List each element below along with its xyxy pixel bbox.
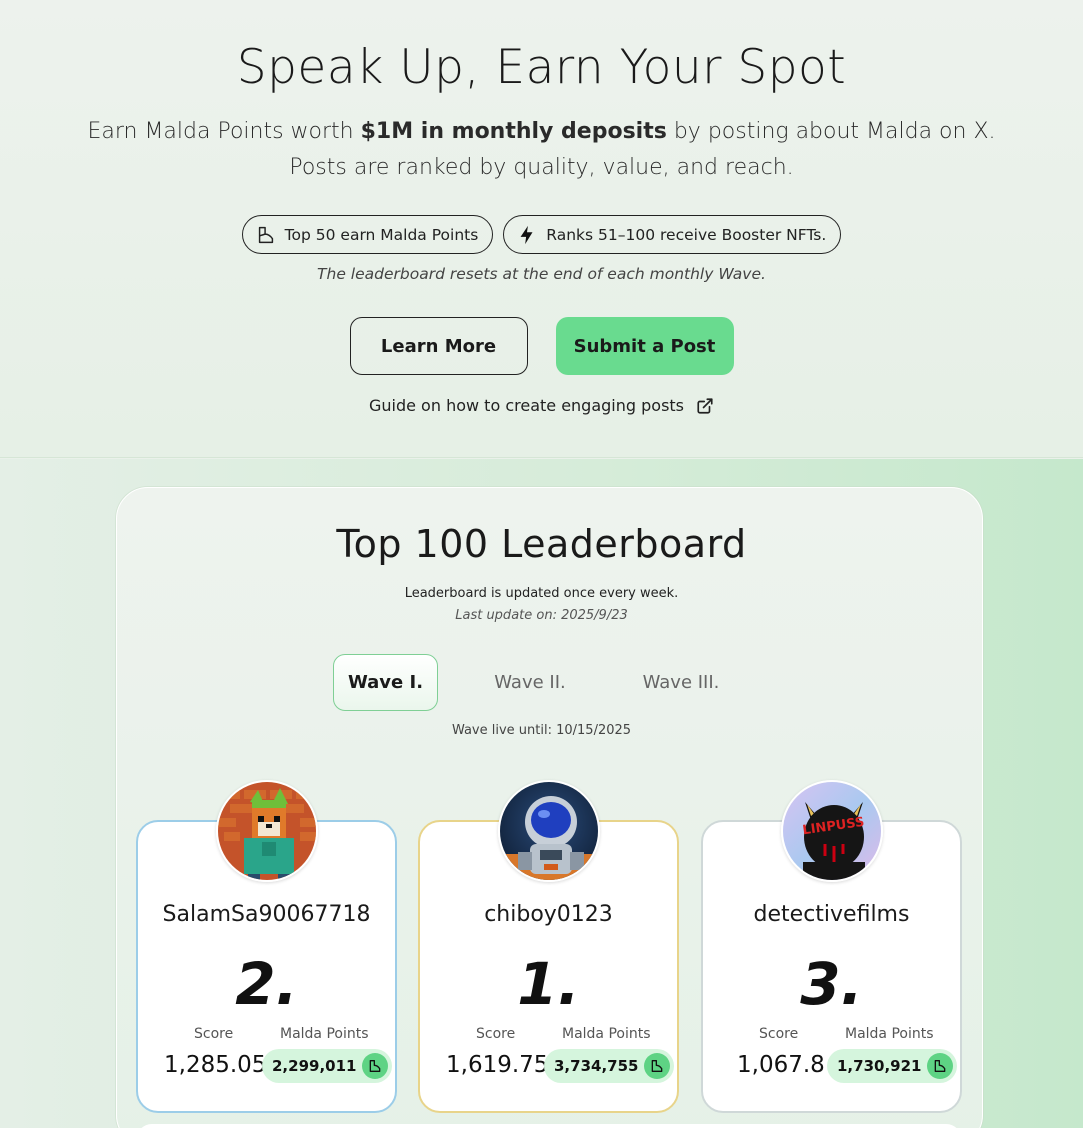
lightning-icon xyxy=(520,225,533,244)
last-update: Last update on: 2025/9/23 xyxy=(455,608,628,623)
wave-tabs: Wave I. Wave II. Wave III. xyxy=(333,654,742,711)
points-label: Malda Points xyxy=(845,1026,934,1042)
pill-top-50-label: Top 50 earn Malda Points xyxy=(284,225,479,244)
score-value: 1,285.05 xyxy=(164,1052,267,1078)
avatar xyxy=(498,780,600,882)
avatar: LINPUSS xyxy=(781,780,883,882)
page-title: Speak Up, Earn Your Spot xyxy=(236,40,847,95)
external-link-icon xyxy=(697,397,713,414)
guide-link-label: Guide on how to create engaging posts xyxy=(368,396,685,415)
malda-leaf-icon xyxy=(362,1053,389,1079)
hero-subtitle: Earn Malda Points worth $1M in monthly d… xyxy=(0,114,1083,186)
points-label: Malda Points xyxy=(280,1026,369,1042)
hero-section: Speak Up, Earn Your Spot Earn Malda Poin… xyxy=(0,0,1083,458)
guide-link[interactable]: Guide on how to create engaging posts xyxy=(0,396,1083,415)
points-value: 2,299,011 xyxy=(272,1057,357,1075)
points-badge: 3,734,755 xyxy=(544,1049,675,1083)
hero-subtitle-line2: Posts are ranked by quality, value, and … xyxy=(289,155,794,180)
avatar-image-fox xyxy=(218,782,316,880)
username: chiboy0123 xyxy=(484,902,613,927)
podium-card-rank-2: SalamSa90067718 2. Score Malda Points 1,… xyxy=(136,780,397,1113)
score-label: Score xyxy=(194,1026,234,1042)
tab-wave-1[interactable]: Wave I. xyxy=(333,654,438,711)
avatar-image-cat: LINPUSS xyxy=(783,782,881,880)
podium-card-rank-1: chiboy0123 1. Score Malda Points 1,619.7… xyxy=(418,780,679,1113)
pill-booster-nfts: Ranks 51–100 receive Booster NFTs. xyxy=(503,215,842,254)
hero-subtitle-prefix: Earn Malda Points worth xyxy=(87,119,361,144)
rank-number: 2. xyxy=(235,950,298,1018)
score-value: 1,619.75 xyxy=(446,1052,549,1078)
learn-more-button[interactable]: Learn More xyxy=(349,317,528,375)
score-label: Score xyxy=(759,1026,799,1042)
malda-leaf-icon xyxy=(927,1053,954,1079)
wave-live-until: Wave live until: 10/15/2025 xyxy=(451,723,632,738)
points-badge: 2,299,011 xyxy=(262,1049,393,1083)
tab-wave-3[interactable]: Wave III. xyxy=(620,654,742,711)
hero-subtitle-suffix: by posting about Malda on X. xyxy=(666,119,996,144)
username: detectivefilms xyxy=(753,902,910,927)
info-pills: Top 50 earn Malda Points Ranks 51–100 re… xyxy=(0,215,1083,254)
score-label: Score xyxy=(476,1026,516,1042)
pill-booster-label: Ranks 51–100 receive Booster NFTs. xyxy=(546,225,827,244)
username: SalamSa90067718 xyxy=(162,902,371,927)
leaderboard-title: Top 100 Leaderboard xyxy=(336,522,747,566)
rank-number: 1. xyxy=(517,950,580,1018)
points-badge: 1,730,921 xyxy=(827,1049,958,1083)
points-label: Malda Points xyxy=(562,1026,651,1042)
cta-buttons: Learn More Submit a Post xyxy=(0,317,1083,375)
hero-subtitle-bold: $1M in monthly deposits xyxy=(360,119,667,144)
hero-subtitle-line1: Earn Malda Points worth $1M in monthly d… xyxy=(0,114,1083,150)
avatar-image-astronaut xyxy=(500,782,598,880)
tab-wave-2[interactable]: Wave II. xyxy=(450,654,610,711)
leaderboard-next-row xyxy=(136,1124,962,1128)
score-value: 1,067.8 xyxy=(737,1052,825,1078)
reset-note: The leaderboard resets at the end of eac… xyxy=(317,265,766,283)
points-value: 1,730,921 xyxy=(837,1057,922,1075)
submit-post-button[interactable]: Submit a Post xyxy=(555,317,734,375)
points-value: 3,734,755 xyxy=(554,1057,639,1075)
rank-number: 3. xyxy=(800,950,863,1018)
podium-card-rank-3: LINPUSS detectivefilms 3. Score Malda Po… xyxy=(701,780,962,1113)
pill-top-50: Top 50 earn Malda Points xyxy=(241,215,494,254)
malda-leaf-icon xyxy=(644,1053,671,1079)
avatar xyxy=(216,780,318,882)
malda-leaf-icon xyxy=(258,226,273,243)
leaderboard-update-note: Leaderboard is updated once every week. xyxy=(404,586,679,601)
